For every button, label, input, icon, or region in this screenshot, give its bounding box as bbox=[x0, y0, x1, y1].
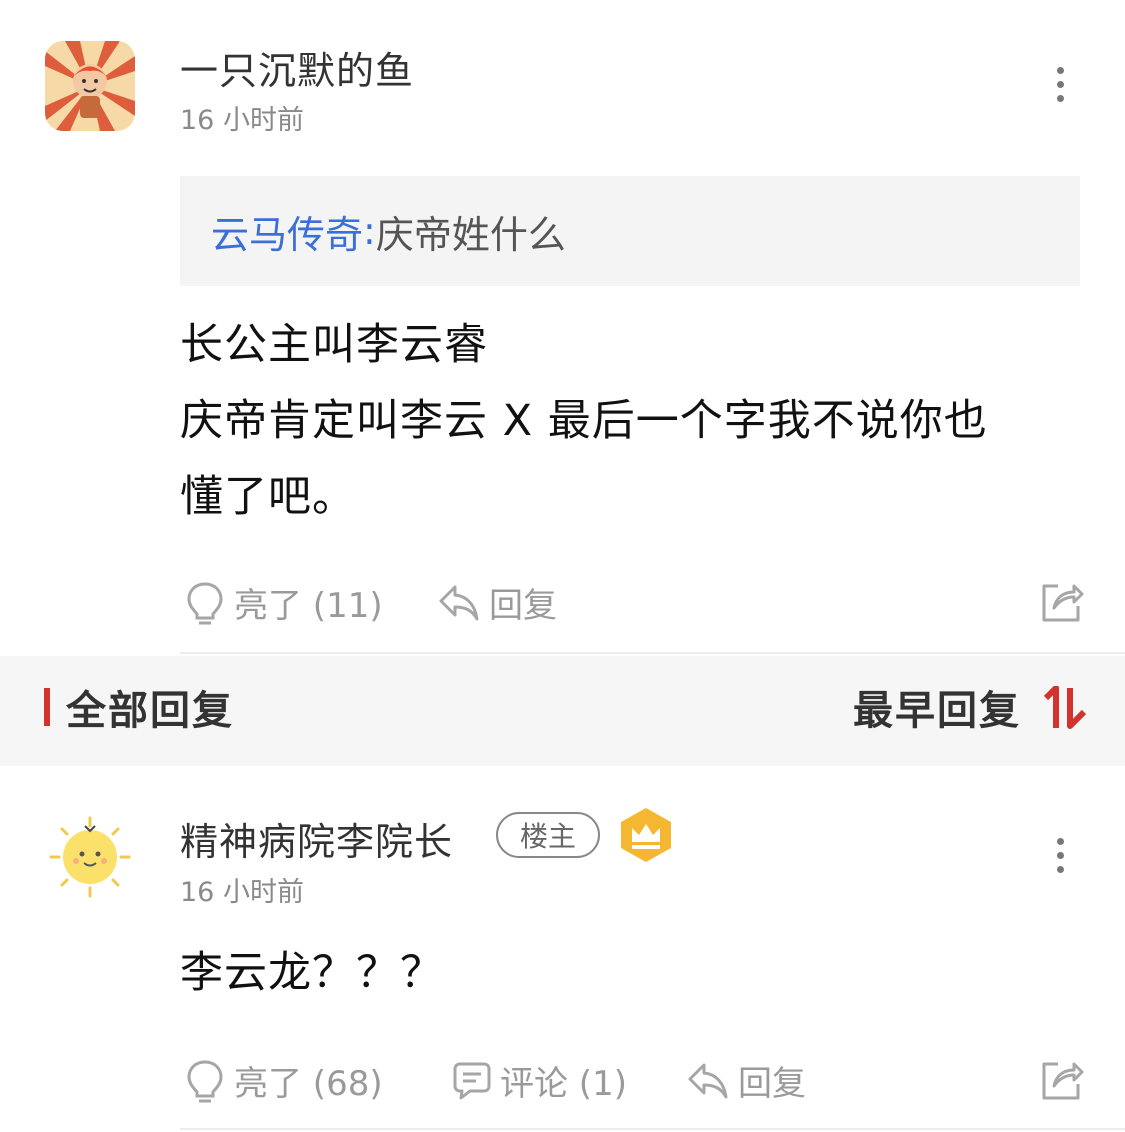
divider bbox=[180, 1128, 1125, 1130]
reply-avatar[interactable] bbox=[45, 812, 135, 902]
sort-icon[interactable] bbox=[1042, 685, 1090, 734]
crown-icon bbox=[618, 806, 674, 868]
divider bbox=[180, 652, 1125, 654]
reply-username[interactable]: 精神病院李院长 bbox=[180, 811, 453, 866]
more-vertical-icon[interactable] bbox=[1040, 825, 1080, 885]
post-time: 16 小时前 bbox=[180, 105, 304, 136]
reply-comment-count: 评论 (1) bbox=[500, 1064, 627, 1104]
quoted-text: 庆帝姓什么 bbox=[375, 212, 566, 257]
reply-light-count: 亮了 (68) bbox=[234, 1064, 383, 1104]
comment-line: 懂了吧。 bbox=[180, 472, 356, 522]
reply-button[interactable]: 回复 bbox=[437, 578, 557, 627]
reply-reply-button[interactable]: 回复 bbox=[686, 1056, 806, 1105]
all-replies-title: 全部回复 bbox=[66, 688, 234, 734]
username[interactable]: 一只沉默的鱼 bbox=[180, 40, 414, 95]
more-vertical-icon[interactable] bbox=[1040, 54, 1080, 114]
user-avatar[interactable] bbox=[45, 41, 135, 131]
comment-line: 庆帝肯定叫李云 X 最后一个字我不说你也 bbox=[180, 396, 988, 446]
light-count: 亮了 (11) bbox=[234, 586, 383, 626]
quoted-comment[interactable]: 云马传奇: 庆帝姓什么 bbox=[180, 176, 1080, 286]
comment-body: 长公主叫李云睿 庆帝肯定叫李云 X 最后一个字我不说你也 懂了吧。 bbox=[180, 307, 988, 535]
light-button[interactable]: 亮了 (11) bbox=[184, 578, 383, 627]
quoted-username[interactable]: 云马传奇 bbox=[211, 204, 363, 259]
reply-label: 回复 bbox=[489, 586, 557, 626]
op-badge: 楼主 bbox=[496, 812, 600, 858]
reply-time: 16 小时前 bbox=[180, 877, 304, 908]
lightbulb-icon bbox=[187, 1059, 223, 1102]
reply-arrow-icon bbox=[439, 585, 479, 620]
share-icon[interactable] bbox=[1038, 578, 1084, 628]
lightbulb-icon bbox=[187, 581, 223, 624]
quote-separator: : bbox=[363, 209, 376, 253]
reply-arrow-icon bbox=[688, 1063, 728, 1098]
sort-label[interactable]: 最早回复 bbox=[853, 678, 1021, 736]
share-icon[interactable] bbox=[1038, 1056, 1084, 1106]
reply-light-button[interactable]: 亮了 (68) bbox=[184, 1056, 383, 1105]
comment-line: 长公主叫李云睿 bbox=[180, 320, 488, 370]
reply-comment-button[interactable]: 评论 (1) bbox=[452, 1056, 627, 1105]
section-marker bbox=[44, 688, 50, 726]
reply-reply-label: 回复 bbox=[738, 1064, 806, 1104]
reply-body: 李云龙？？？ bbox=[180, 948, 444, 998]
comment-icon bbox=[453, 1062, 491, 1099]
